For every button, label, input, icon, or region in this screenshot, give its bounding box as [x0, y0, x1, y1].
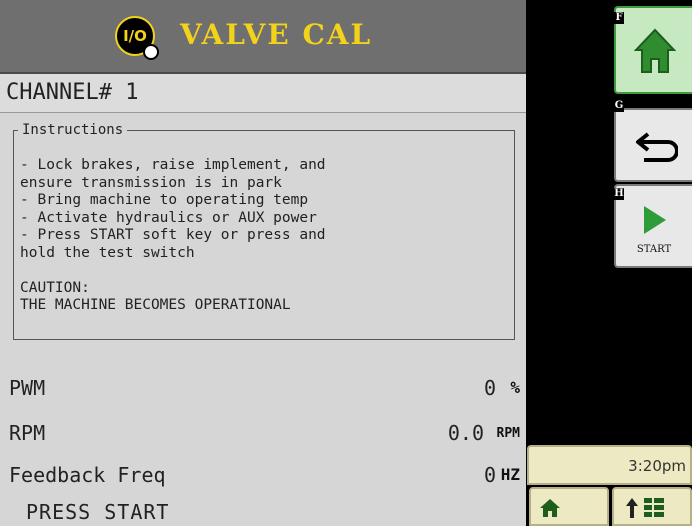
feedback-freq-row: Feedback Freq 0 HZ	[0, 455, 526, 495]
key-letter-h: H	[614, 188, 624, 200]
channel-row[interactable]: CHANNEL# 1	[0, 74, 526, 113]
rpm-label: RPM	[9, 421, 46, 445]
instructions-title: Instructions	[18, 122, 128, 138]
home-icon	[540, 499, 560, 517]
title-bar: I/O VALVE CAL	[0, 0, 526, 74]
page-title: VALVE CAL	[180, 18, 373, 51]
percent-icon: %	[510, 378, 520, 397]
hz-unit: HZ	[500, 465, 520, 484]
status-text: PRESS START	[26, 500, 170, 524]
menu-icon	[626, 498, 664, 518]
pwm-label: PWM	[9, 376, 46, 400]
bottom-home-button[interactable]	[529, 487, 609, 526]
channel-label: CHANNEL# 1	[6, 80, 139, 105]
rpm-unit: RPM	[496, 426, 520, 441]
home-icon	[634, 28, 676, 73]
back-arrow-icon	[636, 132, 678, 162]
home-softkey-button[interactable]: F	[614, 6, 692, 94]
gear-icon	[143, 44, 159, 60]
start-softkey-button[interactable]: H START	[614, 184, 692, 268]
key-letter-g: G	[614, 100, 624, 112]
back-softkey-button[interactable]: G	[614, 100, 692, 182]
bottom-menu-button[interactable]	[612, 487, 692, 526]
clock-time: 3:20pm	[628, 457, 686, 475]
instructions-text: - Lock brakes, raise implement, and ensu…	[20, 157, 326, 313]
key-letter-f: F	[614, 12, 624, 24]
feedback-freq-value: 0	[483, 463, 496, 487]
feedback-freq-label: Feedback Freq	[9, 463, 166, 487]
pwm-row: PWM 0 %	[0, 368, 526, 408]
play-icon	[644, 206, 666, 234]
instructions-box: Instructions - Lock brakes, raise implem…	[13, 122, 515, 340]
pwm-value: 0	[483, 376, 496, 400]
start-label: START	[636, 244, 672, 255]
rpm-value: 0.0	[447, 421, 484, 445]
main-panel: I/O VALVE CAL CHANNEL# 1 Instructions - …	[0, 0, 526, 526]
rpm-row: RPM 0.0 RPM	[0, 413, 526, 453]
clock: 3:20pm	[527, 445, 692, 485]
